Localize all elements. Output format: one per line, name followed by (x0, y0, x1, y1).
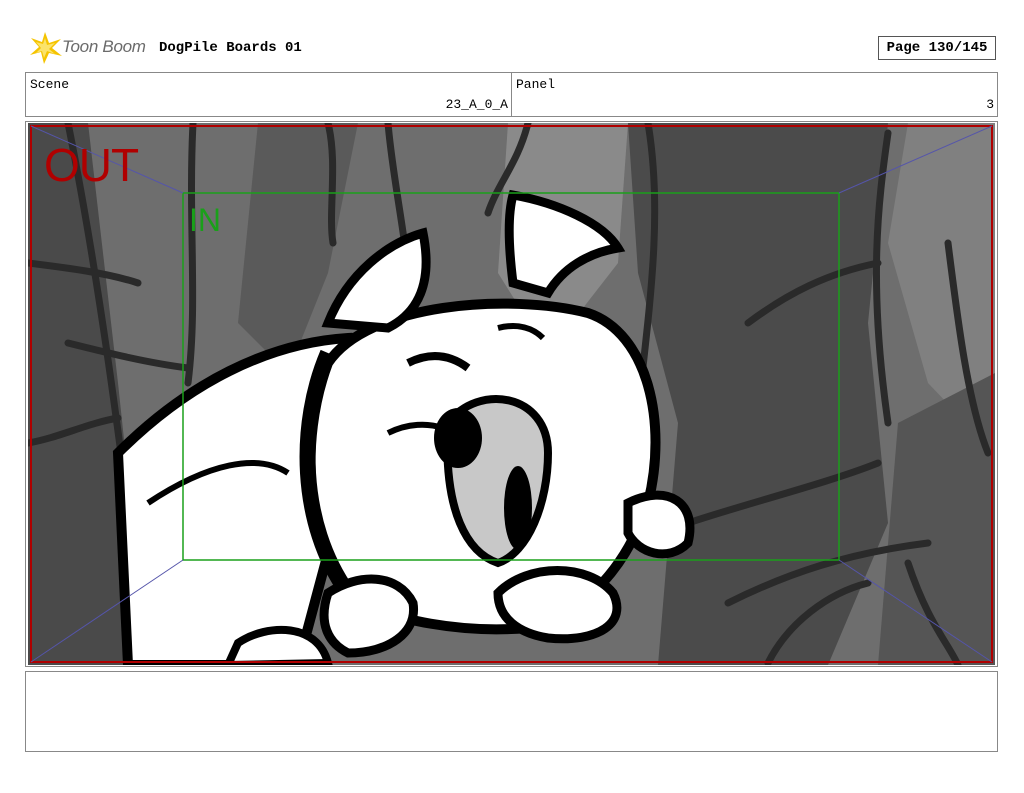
logo-wordmark: Toon Boom (62, 37, 146, 56)
in-frame-label: IN (189, 202, 221, 238)
panel-label: Panel (516, 77, 556, 92)
panel-value: 3 (986, 97, 994, 112)
out-frame-label: OUT (44, 139, 139, 191)
info-divider (511, 72, 512, 117)
page-number: Page 130/145 (886, 40, 988, 56)
document-title: DogPile Boards 01 (159, 40, 302, 56)
notes-box (25, 671, 998, 752)
page-indicator: Page 130/145 (878, 36, 996, 60)
storyboard-drawing (28, 123, 995, 665)
scene-label: Scene (30, 77, 70, 92)
scene-value: 23_A_0_A (445, 97, 508, 112)
star-burst-icon (30, 32, 62, 64)
